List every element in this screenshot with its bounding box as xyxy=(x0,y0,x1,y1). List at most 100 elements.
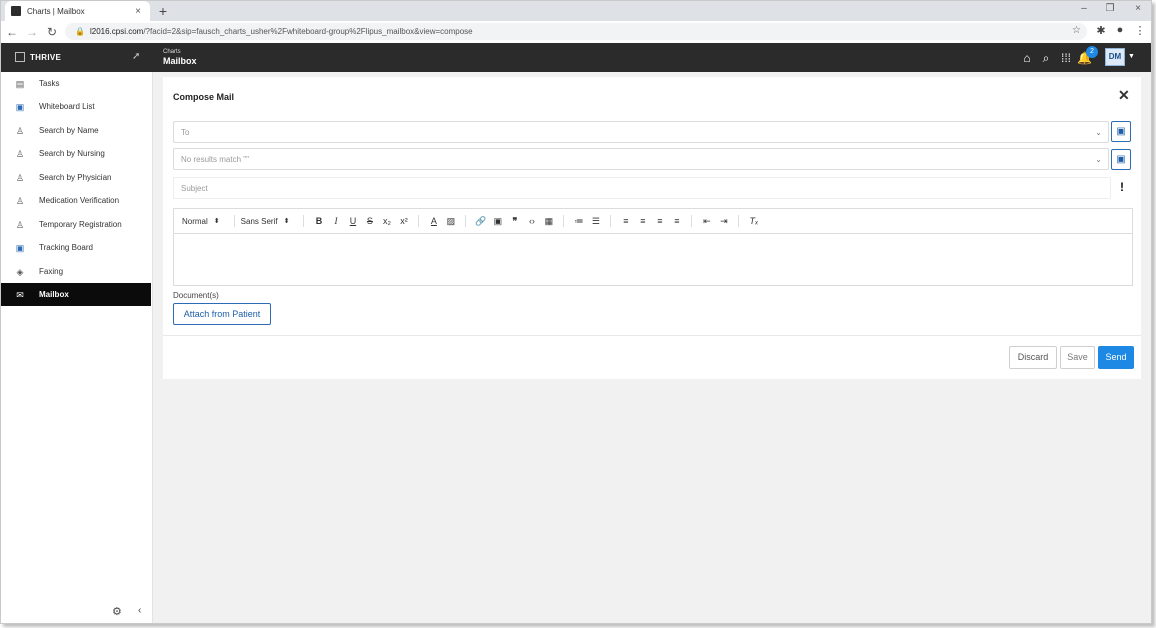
reload-icon[interactable]: ↻ xyxy=(43,25,61,39)
minimize-icon[interactable]: – xyxy=(1077,3,1091,14)
text-color-icon[interactable]: A xyxy=(425,216,442,226)
collapse-sidebar-icon[interactable]: ‹ xyxy=(138,605,141,616)
code-icon[interactable]: ‹› xyxy=(523,216,540,226)
image-icon[interactable]: ▣ xyxy=(489,216,506,227)
person-search-icon: ♙ xyxy=(15,148,25,159)
to-placeholder: To xyxy=(181,127,190,137)
sidebar-item-search-by-nursing[interactable]: ♙ Search by Nursing xyxy=(1,142,151,165)
favicon-icon xyxy=(11,6,21,16)
chevron-down-icon[interactable]: ⌄ xyxy=(1095,128,1102,137)
url-text: l2016.cpsi.com/?facid=2&sip=fausch_chart… xyxy=(89,27,473,36)
highlight-color-icon[interactable]: ▨ xyxy=(442,216,459,227)
new-tab-button[interactable]: + xyxy=(156,3,170,19)
select-arrows-icon: ⬍ xyxy=(213,218,220,225)
profile-icon[interactable]: ● xyxy=(1113,24,1127,36)
main-content: Compose Mail ✕ To ⌄ ▣ No results match "… xyxy=(153,72,1151,623)
cc-no-results-text: No results match "" xyxy=(181,154,249,164)
superscript-icon[interactable]: x² xyxy=(395,216,412,226)
clipboard-icon: ▤ xyxy=(15,78,25,89)
cc-field[interactable]: No results match "" ⌄ xyxy=(173,148,1109,170)
home-icon[interactable]: ⌂ xyxy=(1020,51,1034,65)
strikethrough-icon[interactable]: S xyxy=(361,216,378,226)
table-icon[interactable]: ▦ xyxy=(540,216,557,227)
sidebar-item-mailbox[interactable]: ✉ Mailbox xyxy=(1,283,151,306)
brand-logo[interactable]: THRIVE xyxy=(15,52,61,62)
to-field[interactable]: To ⌄ xyxy=(173,121,1109,143)
editor-toolbar: Normal ⬍ Sans Serif ⬍ B I U S x₂ x² A ▨ 🔗 … xyxy=(174,209,1132,234)
chevron-down-icon[interactable]: ▼ xyxy=(1128,53,1135,60)
save-button[interactable]: Save xyxy=(1060,346,1095,369)
send-button[interactable]: Send xyxy=(1098,346,1134,369)
tab-close-icon[interactable]: × xyxy=(132,6,144,17)
underline-icon[interactable]: U xyxy=(344,216,361,226)
mail-icon: ✉ xyxy=(16,289,24,300)
app-title: Mailbox xyxy=(163,56,197,66)
to-contacts-button[interactable]: ▣ xyxy=(1111,121,1131,142)
blockquote-icon[interactable]: ❞ xyxy=(506,216,523,227)
apps-grid-icon[interactable]: ⁞⁞⁞ xyxy=(1059,51,1073,65)
toolbar-divider xyxy=(691,215,693,227)
browser-tab[interactable]: Charts | Mailbox × xyxy=(5,1,150,21)
restore-icon[interactable]: ❐ xyxy=(1103,3,1117,14)
sidebar-item-tracking-board[interactable]: ▣ Tracking Board xyxy=(1,236,151,259)
close-icon[interactable]: ✕ xyxy=(1118,87,1130,104)
sidebar-item-medication-verification[interactable]: ♙ Medication Verification xyxy=(1,189,151,212)
sidebar-item-temporary-registration[interactable]: ♙ Temporary Registration xyxy=(1,213,151,236)
align-justify-icon[interactable]: ≡ xyxy=(668,216,685,226)
brand-mark-icon xyxy=(15,52,25,62)
chevron-down-icon[interactable]: ⌄ xyxy=(1095,155,1102,164)
avatar[interactable]: DM xyxy=(1105,48,1125,66)
sidebar-item-label: Search by Nursing xyxy=(39,149,105,158)
sidebar-item-whiteboard-list[interactable]: ▣ Whiteboard List xyxy=(1,95,151,118)
gear-icon[interactable]: ⚙ xyxy=(112,605,122,618)
align-center-icon[interactable]: ≡ xyxy=(634,216,651,226)
ordered-list-icon[interactable]: ≔ xyxy=(570,216,587,227)
discard-button[interactable]: Discard xyxy=(1009,346,1057,369)
forward-icon[interactable]: → xyxy=(23,25,41,39)
outdent-icon[interactable]: ⇤ xyxy=(698,216,715,227)
lock-icon: 🔒 xyxy=(75,27,85,36)
sidebar-item-search-by-physician[interactable]: ♙ Search by Physician xyxy=(1,166,151,189)
toolbar-divider xyxy=(465,215,467,227)
align-right-icon[interactable]: ≡ xyxy=(651,216,668,226)
person-search-icon: ♙ xyxy=(15,125,25,136)
italic-icon[interactable]: I xyxy=(327,216,344,226)
priority-button[interactable]: ! xyxy=(1114,177,1130,198)
attach-from-patient-button[interactable]: Attach from Patient xyxy=(173,303,271,325)
browser-tabstrip: Charts | Mailbox × + – ❐ × xyxy=(1,1,1151,21)
pill-icon: ♙ xyxy=(15,195,25,206)
extensions-icon[interactable]: ✱ xyxy=(1094,24,1108,37)
sidebar-item-label: Mailbox xyxy=(39,290,69,299)
browser-menu-icon[interactable]: ⋮ xyxy=(1133,24,1147,37)
bookmark-star-icon[interactable]: ☆ xyxy=(1072,25,1081,36)
font-select[interactable]: Sans Serif ⬍ xyxy=(241,217,290,226)
subject-field[interactable]: Subject xyxy=(173,177,1111,199)
bold-icon[interactable]: B xyxy=(310,216,327,226)
board-icon: ▣ xyxy=(15,242,25,253)
sidebar-item-faxing[interactable]: ◈ Faxing xyxy=(1,260,151,283)
sidebar-item-search-by-name[interactable]: ♙ Search by Name xyxy=(1,119,151,142)
address-bar[interactable]: 🔒 l2016.cpsi.com/?facid=2&sip=fausch_cha… xyxy=(65,23,1087,40)
format-select[interactable]: Normal ⬍ xyxy=(182,217,220,226)
sidebar-item-label: Temporary Registration xyxy=(39,220,122,229)
page-title: Compose Mail xyxy=(173,92,235,102)
subscript-icon[interactable]: x₂ xyxy=(378,216,395,226)
toolbar-divider xyxy=(610,215,612,227)
clear-format-icon[interactable]: Tₓ xyxy=(745,216,762,226)
sidebar-item-tasks[interactable]: ▤ Tasks xyxy=(1,72,151,95)
link-icon[interactable]: 🔗 xyxy=(472,216,489,227)
toolbar-divider xyxy=(303,215,305,227)
browser-toolbar: ← → ↻ 🔒 l2016.cpsi.com/?facid=2&sip=faus… xyxy=(1,21,1151,43)
indent-icon[interactable]: ⇥ xyxy=(715,216,732,227)
align-left-icon[interactable]: ≡ xyxy=(617,216,634,226)
bullet-list-icon[interactable]: ☰ xyxy=(587,216,604,227)
window-close-icon[interactable]: × xyxy=(1131,3,1145,14)
message-editor[interactable]: Normal ⬍ Sans Serif ⬍ B I U S x₂ x² A ▨ 🔗 … xyxy=(173,208,1133,286)
pin-icon[interactable]: ➚ xyxy=(132,51,140,62)
back-icon[interactable]: ← xyxy=(3,25,21,39)
sidebar-item-label: Search by Name xyxy=(39,126,99,135)
sidebar-item-label: Tracking Board xyxy=(39,243,93,252)
cc-contacts-button[interactable]: ▣ xyxy=(1111,149,1131,170)
toolbar-divider xyxy=(233,215,235,227)
search-icon[interactable]: ⌕ xyxy=(1039,51,1053,66)
